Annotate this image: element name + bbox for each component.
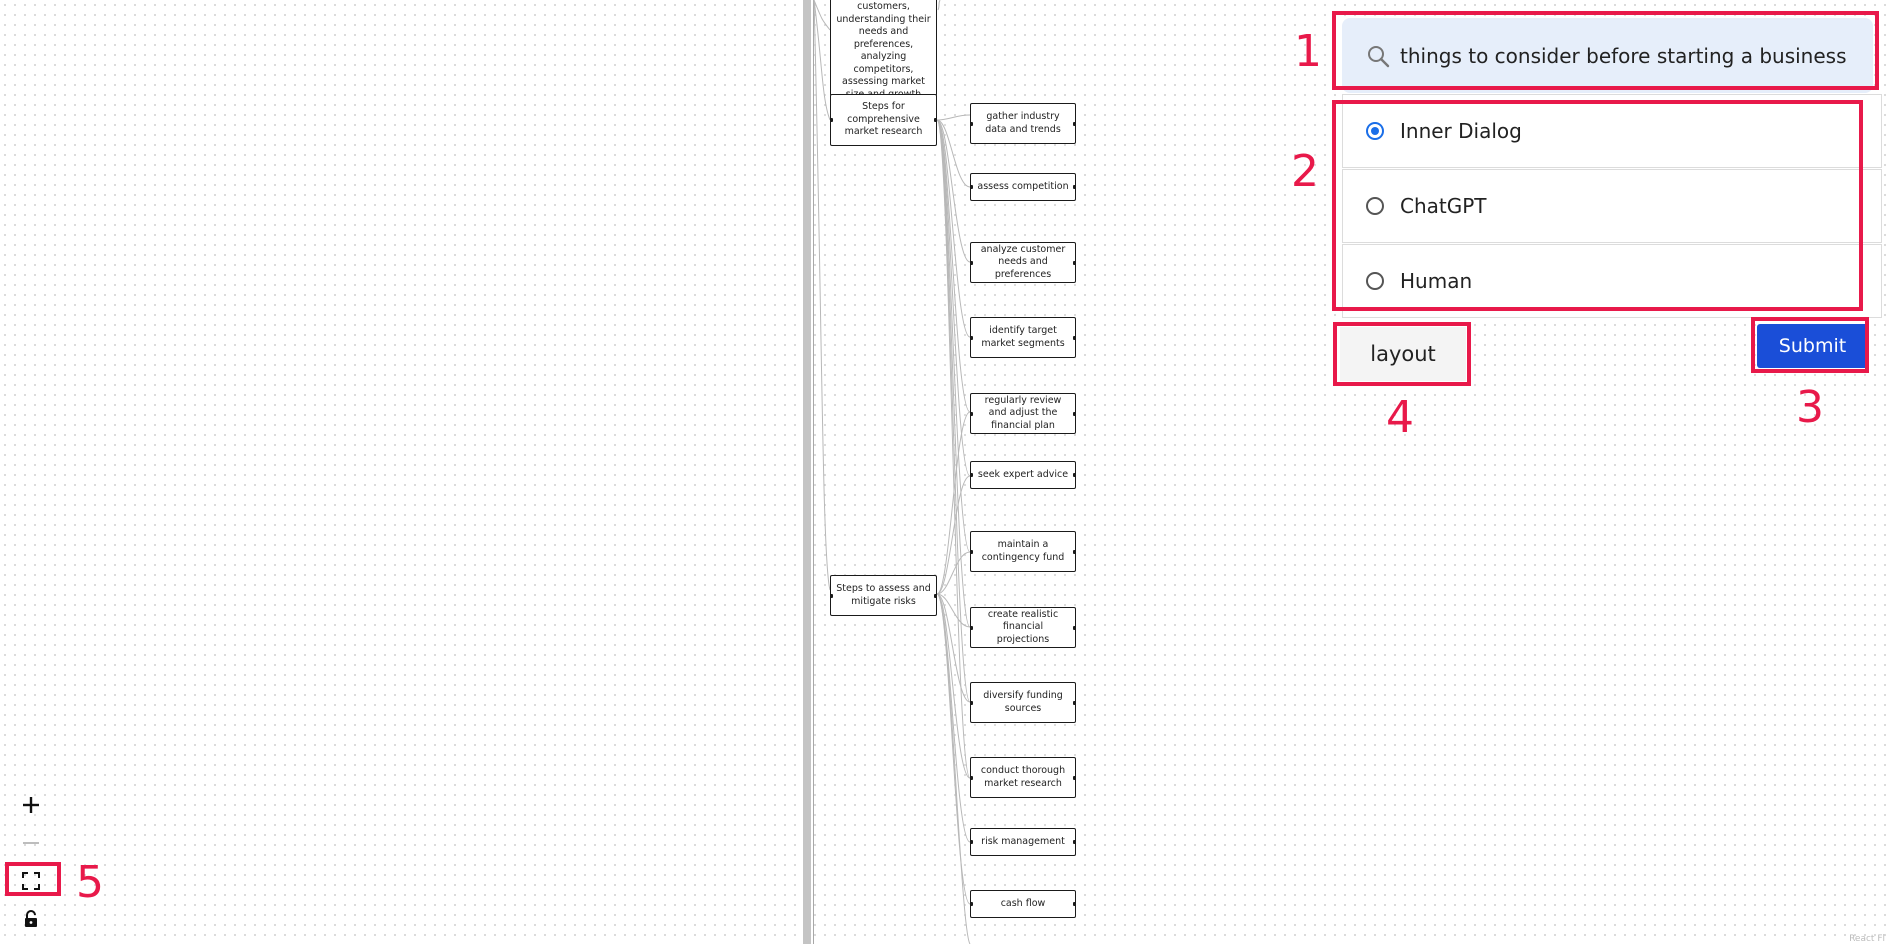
annotation-number-1: 1 xyxy=(1294,26,1322,77)
node-contingency-fund[interactable]: maintain a contingency fund xyxy=(970,531,1076,572)
lock-button[interactable] xyxy=(16,904,46,934)
zoom-in-button[interactable] xyxy=(16,790,46,820)
node-handle[interactable] xyxy=(831,118,833,122)
node-cash-flow-label: cash flow xyxy=(1000,897,1046,909)
node-expert-advice[interactable]: seek expert advice xyxy=(970,461,1076,489)
annotation-number-2: 2 xyxy=(1291,146,1319,197)
zoom-out-button[interactable] xyxy=(16,828,46,858)
node-diversify-funding[interactable]: diversify funding sources xyxy=(970,682,1076,723)
node-handle[interactable] xyxy=(1073,840,1075,844)
node-handle[interactable] xyxy=(971,902,973,906)
node-handle[interactable] xyxy=(831,593,833,598)
node-expert-advice-label: seek expert advice xyxy=(977,468,1069,480)
node-analyze-needs[interactable]: analyze customer needs and preferences xyxy=(970,242,1076,283)
attribution[interactable]: React Fl xyxy=(1849,934,1885,944)
node-handle[interactable] xyxy=(1073,902,1075,906)
canvas-divider xyxy=(803,0,811,944)
node-handle[interactable] xyxy=(934,593,936,598)
node-handle[interactable] xyxy=(1073,185,1075,189)
node-handle[interactable] xyxy=(1073,625,1075,630)
node-identify-segments[interactable]: identify target market segments xyxy=(970,317,1076,358)
node-handle[interactable] xyxy=(1073,335,1075,340)
node-financial-projections-label: create realistic financial projections xyxy=(987,608,1059,645)
node-market-research[interactable]: Steps for comprehensive market research xyxy=(830,94,937,146)
annotation-box-1 xyxy=(1332,11,1879,90)
canvas-divider-line xyxy=(813,0,814,944)
node-assess-competition-label: assess competition xyxy=(977,180,1069,192)
node-handle[interactable] xyxy=(971,185,973,189)
node-handle[interactable] xyxy=(1073,549,1075,554)
node-handle[interactable] xyxy=(971,549,973,554)
node-market-research-label: Steps for comprehensive market research xyxy=(844,101,923,138)
annotation-box-3 xyxy=(1751,317,1869,373)
node-research-description-label: customers, understanding their needs and… xyxy=(836,1,931,96)
annotation-box-2 xyxy=(1332,100,1863,311)
annotation-number-5: 5 xyxy=(76,857,104,908)
node-research-description[interactable]: customers, understanding their needs and… xyxy=(830,0,937,96)
annotation-number-4: 4 xyxy=(1386,392,1414,443)
node-handle[interactable] xyxy=(971,473,973,477)
node-risk-management-label: risk management xyxy=(981,835,1065,847)
node-assess-risks[interactable]: Steps to assess and mitigate risks xyxy=(830,575,937,616)
annotation-number-3: 3 xyxy=(1796,382,1824,433)
node-assess-risks-label: Steps to assess and mitigate risks xyxy=(836,583,931,607)
node-review-plan-label: regularly review and adjust the financia… xyxy=(984,394,1062,431)
annotation-box-5 xyxy=(5,862,61,896)
node-gather-data-label: gather industry data and trends xyxy=(985,111,1061,135)
node-handle[interactable] xyxy=(1073,121,1075,126)
node-handle[interactable] xyxy=(971,335,973,340)
minus-icon xyxy=(23,842,39,844)
node-conduct-research-label: conduct thorough market research xyxy=(980,765,1066,789)
node-handle[interactable] xyxy=(1073,411,1075,416)
node-identify-segments-label: identify target market segments xyxy=(981,325,1065,349)
node-handle[interactable] xyxy=(971,775,973,780)
node-handle[interactable] xyxy=(1073,700,1075,705)
node-conduct-research[interactable]: conduct thorough market research xyxy=(970,757,1076,798)
node-risk-management[interactable]: risk management xyxy=(970,828,1076,856)
node-assess-competition[interactable]: assess competition xyxy=(970,173,1076,201)
node-analyze-needs-label: analyze customer needs and preferences xyxy=(980,243,1066,280)
node-cash-flow[interactable]: cash flow xyxy=(970,890,1076,918)
annotation-box-4 xyxy=(1333,322,1471,386)
node-handle[interactable] xyxy=(1073,473,1075,477)
node-financial-projections[interactable]: create realistic financial projections xyxy=(970,607,1076,648)
node-handle[interactable] xyxy=(934,118,936,122)
node-handle[interactable] xyxy=(971,840,973,844)
node-handle[interactable] xyxy=(971,121,973,126)
node-handle[interactable] xyxy=(971,411,973,416)
lock-icon xyxy=(25,910,37,927)
node-handle[interactable] xyxy=(971,700,973,705)
node-diversify-funding-label: diversify funding sources xyxy=(983,690,1063,714)
node-gather-data[interactable]: gather industry data and trends xyxy=(970,103,1076,144)
node-handle[interactable] xyxy=(971,625,973,630)
node-handle[interactable] xyxy=(1073,775,1075,780)
plus-icon xyxy=(23,797,39,813)
node-handle[interactable] xyxy=(1073,260,1075,265)
node-review-plan[interactable]: regularly review and adjust the financia… xyxy=(970,393,1076,434)
node-contingency-fund-label: maintain a contingency fund xyxy=(981,539,1065,563)
node-handle[interactable] xyxy=(971,260,973,265)
